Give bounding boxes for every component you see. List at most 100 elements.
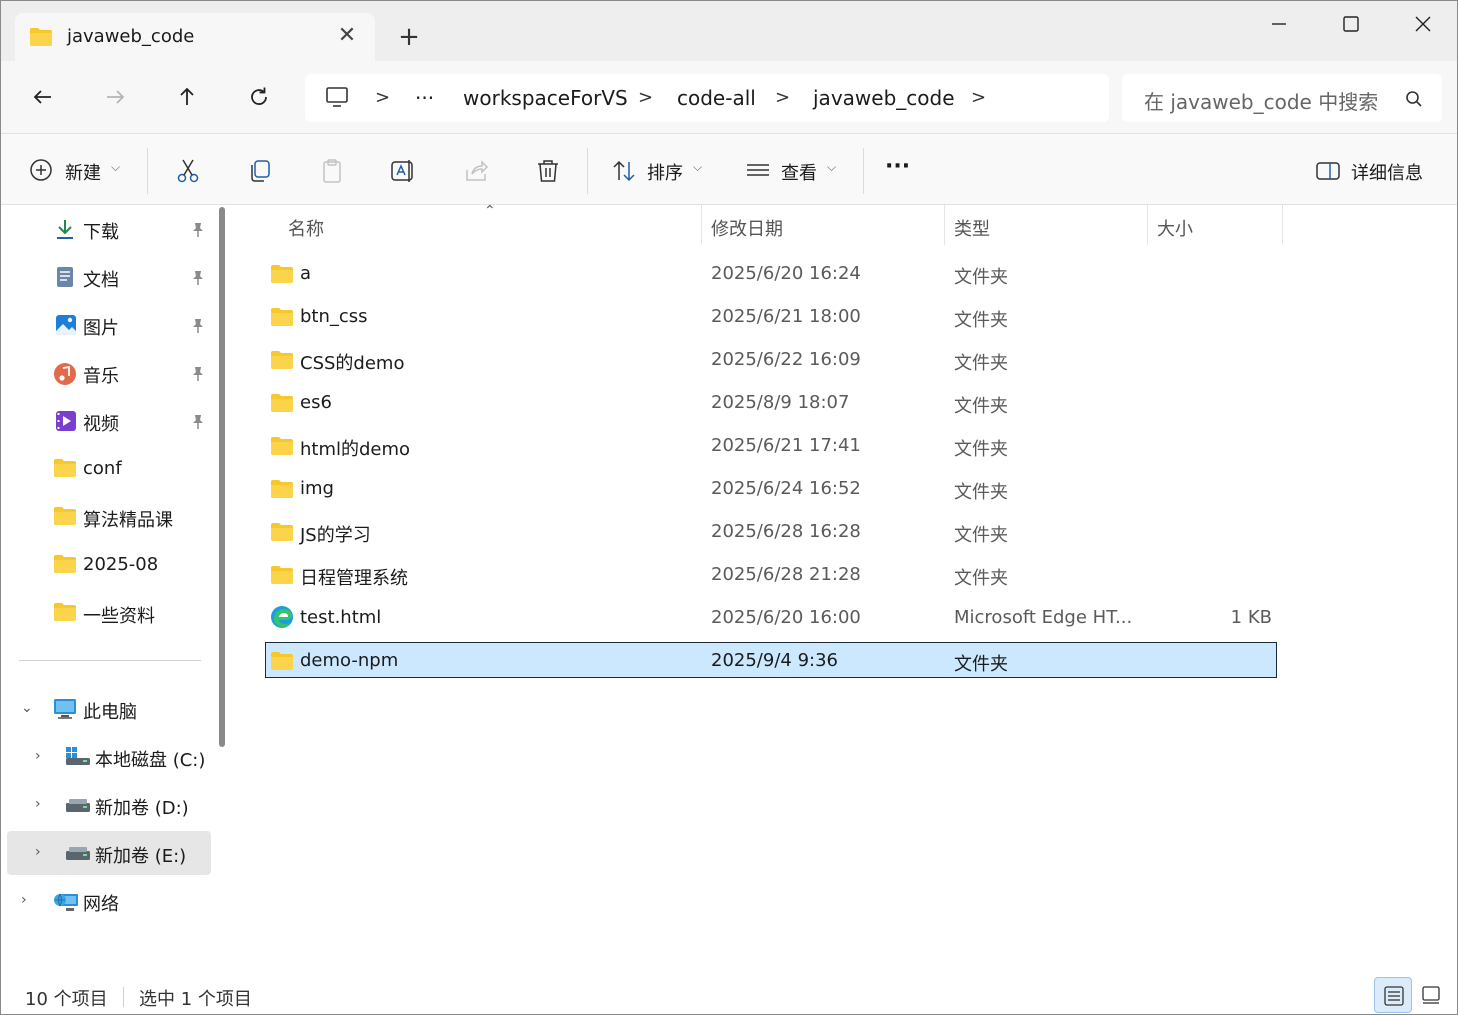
breadcrumb-chevron-icon[interactable]: > [638, 87, 653, 108]
sort-icon [613, 160, 635, 182]
file-name: img [300, 478, 334, 499]
pin-icon [193, 367, 203, 381]
file-row[interactable]: CSS的demo 2025/6/22 16:09 文件夹 [265, 341, 1277, 377]
chevron-right-icon[interactable]: › [35, 844, 41, 860]
chevron-right-icon[interactable]: › [35, 748, 41, 764]
breadcrumb-chevron-icon[interactable]: > [375, 87, 390, 108]
chevron-right-icon[interactable]: › [21, 892, 27, 908]
address-bar[interactable]: > ··· workspaceForVS > code-all > javawe… [305, 74, 1109, 122]
column-divider[interactable] [1147, 205, 1148, 245]
share-button[interactable] [461, 152, 491, 188]
close-icon [1415, 16, 1431, 32]
sidebar-item-this-pc[interactable]: ⌄ 此电脑 [7, 687, 211, 731]
new-button[interactable]: 新建 ⌵ [27, 152, 127, 188]
file-name: demo-npm [300, 650, 399, 671]
column-header-date[interactable]: 修改日期 [711, 215, 783, 241]
refresh-button[interactable] [239, 79, 279, 115]
tab-close-button[interactable]: ✕ [333, 22, 361, 50]
search-input[interactable]: 在 javaweb_code 中搜索 [1144, 86, 1378, 115]
sidebar-item-videos[interactable]: 视频 [7, 399, 211, 443]
breadcrumb-javaweb-code[interactable]: javaweb_code [813, 86, 955, 110]
sidebar-item-label: 下载 [83, 222, 119, 243]
view-button[interactable]: 查看 ⌵ [745, 152, 845, 188]
file-row[interactable]: demo-npm 2025/9/4 9:36 文件夹 [265, 642, 1277, 678]
sidebar-item-drive-d[interactable]: › 新加卷 (D:) [7, 783, 211, 827]
file-date: 2025/6/20 16:24 [711, 263, 861, 284]
file-name: 日程管理系统 [300, 568, 408, 589]
cut-button[interactable] [173, 152, 203, 188]
file-row[interactable]: a 2025/6/20 16:24 文件夹 [265, 255, 1277, 291]
sidebar-item-documents[interactable]: 文档 [7, 255, 211, 299]
column-header-size[interactable]: 大小 [1157, 215, 1193, 241]
command-bar: 新建 ⌵ 排序 ⌵ 查看 ⌵ ··· 详细信息 [1, 133, 1457, 205]
status-bar: 10 个项目 选中 1 个项目 [1, 975, 1457, 1014]
paste-button[interactable] [317, 152, 347, 188]
sidebar-item-label: 本地磁盘 (C:) [95, 750, 206, 771]
sidebar-item-conf[interactable]: conf [7, 447, 211, 491]
documents-icon [55, 266, 75, 292]
folder-icon [53, 506, 77, 530]
copy-button[interactable] [245, 152, 275, 188]
file-row[interactable]: html的demo 2025/6/21 17:41 文件夹 [265, 427, 1277, 463]
search-box[interactable]: 在 javaweb_code 中搜索 [1122, 74, 1442, 122]
navigation-pane: 下载 文档 图片 音乐 视频 conf 算法精品课 2025-08 一些资料 ⌄… [1, 205, 237, 975]
sidebar-item-drive-c[interactable]: › 本地磁盘 (C:) [7, 735, 211, 779]
breadcrumb-overflow[interactable]: ··· [415, 86, 434, 110]
computer-icon[interactable] [325, 86, 349, 112]
sidebar-item-algorithm-course[interactable]: 算法精品课 [7, 495, 211, 539]
details-pane-button[interactable]: 详细信息 [1313, 152, 1433, 188]
column-divider[interactable] [944, 205, 945, 245]
column-divider[interactable] [701, 205, 702, 245]
column-header-name[interactable]: 名称 [288, 215, 324, 241]
file-row[interactable]: es6 2025/8/9 18:07 文件夹 [265, 384, 1277, 420]
breadcrumb-chevron-icon[interactable]: > [971, 87, 986, 108]
sidebar-item-2025-08[interactable]: 2025-08 [7, 543, 211, 587]
file-name: test.html [300, 607, 382, 628]
file-type: 文件夹 [954, 396, 1008, 417]
sidebar-item-label: 新加卷 (E:) [95, 846, 187, 867]
sidebar-item-label: 此电脑 [83, 702, 137, 723]
folder-icon [270, 522, 294, 546]
details-view-button[interactable] [1374, 977, 1412, 1013]
sort-button[interactable]: 排序 ⌵ [611, 152, 711, 188]
file-date: 2025/6/22 16:09 [711, 349, 861, 370]
new-tab-button[interactable]: + [393, 21, 425, 53]
back-button[interactable] [23, 79, 63, 115]
tiles-view-button[interactable] [1412, 977, 1450, 1013]
file-row[interactable]: JS的学习 2025/6/28 16:28 文件夹 [265, 513, 1277, 549]
delete-button[interactable] [533, 152, 563, 188]
minimize-button[interactable] [1243, 1, 1315, 45]
file-row[interactable]: img 2025/6/24 16:52 文件夹 [265, 470, 1277, 506]
sidebar-item-materials[interactable]: 一些资料 [7, 591, 211, 635]
file-row[interactable]: 日程管理系统 2025/6/28 21:28 文件夹 [265, 556, 1277, 592]
status-divider [123, 987, 124, 1007]
chevron-down-icon: ⌵ [111, 160, 121, 174]
maximize-button[interactable] [1315, 1, 1387, 45]
breadcrumb-code-all[interactable]: code-all [677, 86, 756, 110]
sidebar-item-network[interactable]: › 网络 [7, 879, 211, 923]
column-divider[interactable] [1282, 205, 1283, 245]
selected-count: 选中 1 个项目 [139, 989, 252, 1010]
chevron-down-icon[interactable]: ⌄ [21, 700, 33, 716]
sidebar-item-music[interactable]: 音乐 [7, 351, 211, 395]
breadcrumb-chevron-icon[interactable]: > [775, 87, 790, 108]
sidebar-item-drive-e[interactable]: › 新加卷 (E:) [7, 831, 211, 875]
close-window-button[interactable] [1387, 1, 1457, 45]
sidebar-item-label: conf [83, 458, 122, 479]
tab-javaweb-code[interactable]: javaweb_code ✕ [15, 13, 375, 61]
more-options-button[interactable]: ··· [885, 152, 919, 188]
sidebar-scrollbar[interactable] [219, 207, 225, 747]
file-name: a [300, 263, 312, 284]
rename-button[interactable] [389, 152, 419, 188]
file-row[interactable]: btn_css 2025/6/21 18:00 文件夹 [265, 298, 1277, 334]
plus-circle-icon [30, 159, 52, 181]
navigation-bar: > ··· workspaceForVS > code-all > javawe… [1, 61, 1457, 133]
breadcrumb-workspaceforvs[interactable]: workspaceForVS [463, 86, 628, 110]
chevron-right-icon[interactable]: › [35, 796, 41, 812]
sidebar-item-pictures[interactable]: 图片 [7, 303, 211, 347]
column-header-type[interactable]: 类型 [954, 215, 990, 241]
forward-button[interactable] [95, 79, 135, 115]
file-row[interactable]: test.html 2025/6/20 16:00 Microsoft Edge H… [265, 599, 1277, 635]
up-button[interactable] [167, 79, 207, 115]
sidebar-item-downloads[interactable]: 下载 [7, 207, 211, 251]
